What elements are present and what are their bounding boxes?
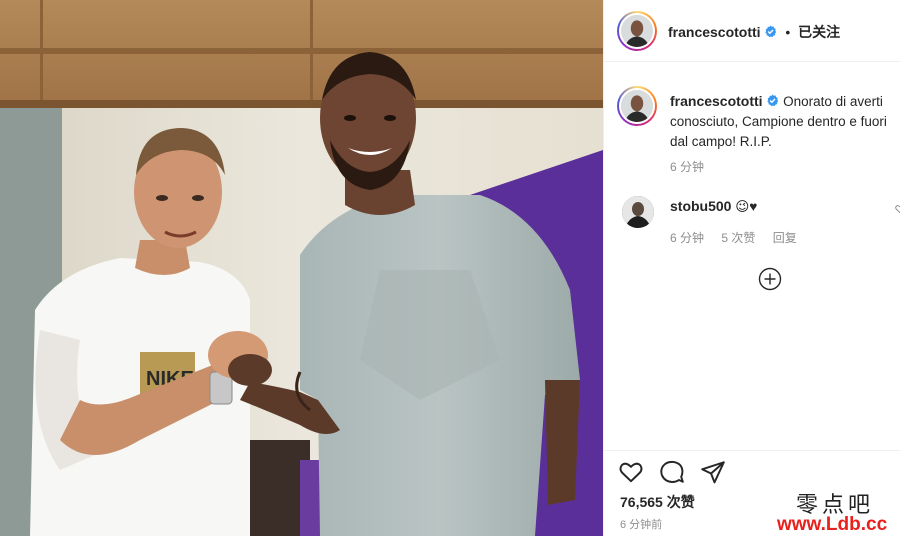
caption-time: 6 分钟 [670,160,705,174]
comment-like-heart-icon[interactable] [895,204,900,214]
post-photo[interactable]: NIKE [0,0,603,536]
photo-scene: NIKE [0,0,603,536]
author-avatar[interactable] [617,11,657,51]
commenter-username[interactable]: stobu500 [670,198,731,214]
verified-badge-icon [767,94,779,107]
post-side-panel: francescototti • 已关注 francescototti Onor… [603,0,900,536]
header-username[interactable]: francescototti [668,24,761,40]
caption-username[interactable]: francescototti [670,93,763,109]
share-icon[interactable] [700,459,726,485]
comment-time: 6 分钟 [670,231,705,245]
caption-avatar[interactable] [617,86,657,126]
load-more-comments-icon[interactable] [758,267,782,291]
follow-status-button[interactable]: 已关注 [798,24,840,40]
comment-body: stobu500 😉♥ [670,197,757,216]
verified-badge-icon [765,25,777,38]
caption-avatar-image [621,90,653,122]
likes-count[interactable]: 76,565 次赞 [620,492,695,512]
comment-meta: 6 分钟 5 次赞 回复 [670,229,811,246]
comment-reply-button[interactable]: 回复 [773,231,797,245]
author-avatar-image [621,15,653,47]
comment-text: 😉♥ [735,199,758,214]
commenter-avatar[interactable] [622,196,654,228]
heart-icon[interactable] [618,459,644,485]
comment-icon[interactable] [659,459,685,485]
commenter-avatar-image [622,196,654,228]
watermark-url: www.Ldb.cc [777,514,888,535]
header-separator: • [785,24,791,40]
posted-time: 6 分钟前 [620,519,663,531]
comment-likes[interactable]: 5 次赞 [721,231,755,245]
post-header: francescototti • 已关注 [604,0,900,62]
caption-body: francescototti Onorato di averti conosci… [670,91,898,152]
